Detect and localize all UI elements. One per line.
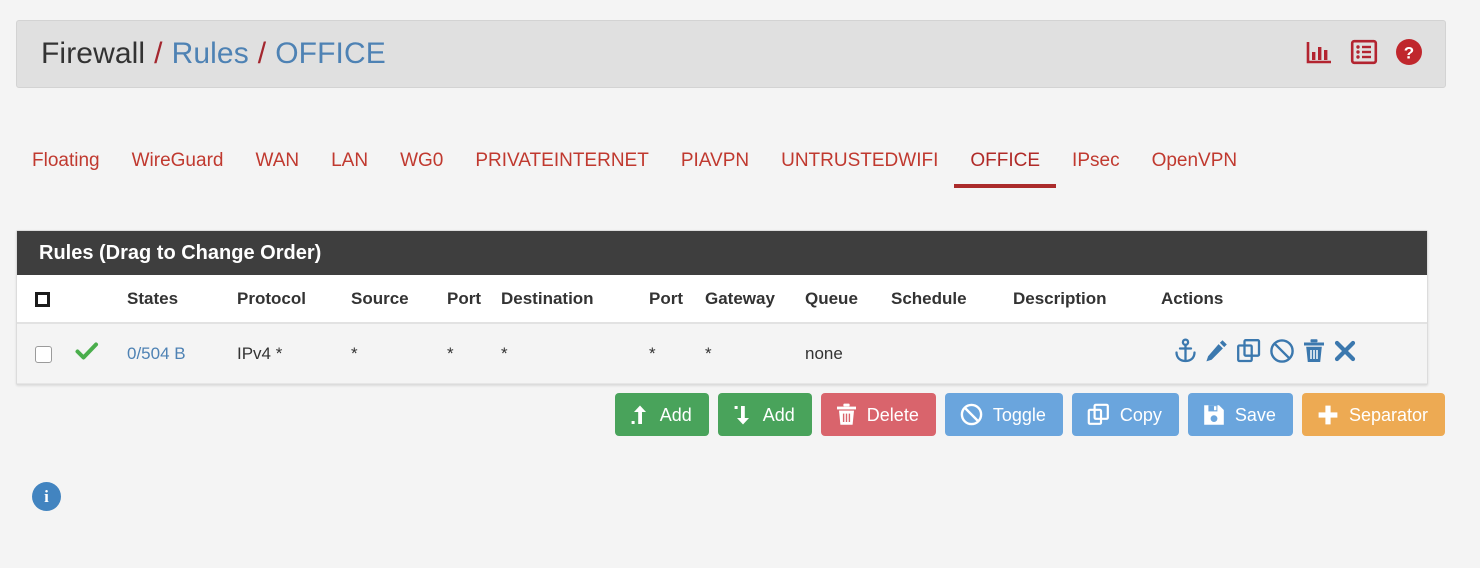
rules-table: States Protocol Source Port Destination … — [17, 275, 1427, 384]
add-rule-top-button[interactable]: Add — [614, 393, 709, 436]
tab-lan[interactable]: LAN — [315, 140, 384, 188]
row-destination-port-cell: * — [649, 323, 705, 384]
panel-title: Rules (Drag to Change Order) — [17, 231, 1427, 275]
separator-button[interactable]: Separator — [1301, 393, 1445, 436]
tab-wireguard[interactable]: WireGuard — [116, 140, 240, 188]
add-rule-bottom-button[interactable]: Add — [717, 393, 812, 436]
row-status-cell — [75, 323, 127, 384]
list-icon[interactable] — [1350, 39, 1378, 70]
header-icon-group: ? — [1305, 38, 1423, 71]
tab-wg0[interactable]: WG0 — [384, 140, 459, 188]
toggle-button[interactable]: Toggle — [944, 393, 1063, 436]
states-link[interactable]: 0/504 B — [127, 344, 186, 363]
plus-icon — [1317, 404, 1339, 426]
tab-privateinternet[interactable]: PRIVATEINTERNET — [459, 140, 664, 188]
arrow-up-icon — [630, 404, 650, 426]
row-source-port-cell: * — [447, 323, 501, 384]
toggle-button-label: Toggle — [992, 404, 1046, 425]
column-gateway: Gateway — [705, 275, 805, 324]
breadcrumb-root: Firewall — [41, 37, 146, 70]
row-queue-cell: none — [805, 323, 891, 384]
column-description: Description — [1013, 275, 1161, 324]
row-states-cell: 0/504 B — [127, 323, 237, 384]
pass-check-icon — [75, 342, 99, 365]
copy-button[interactable]: Copy — [1071, 393, 1179, 436]
row-select-checkbox[interactable] — [35, 345, 52, 363]
column-queue: Queue — [805, 275, 891, 324]
breadcrumb-interface-office[interactable]: OFFICE — [275, 37, 386, 71]
interface-tabs: Floating WireGuard WAN LAN WG0 PRIVATEIN… — [16, 140, 1446, 200]
row-source-cell: * — [351, 323, 447, 384]
separator-button-label: Separator — [1348, 404, 1428, 425]
column-states: States — [127, 275, 237, 324]
column-destination-port: Port — [649, 275, 705, 324]
disable-icon[interactable] — [1269, 338, 1295, 369]
table-header-row: States Protocol Source Port Destination … — [17, 275, 1427, 324]
bar-chart-icon[interactable] — [1305, 39, 1333, 70]
add-rule-top-label: Add — [659, 404, 692, 425]
edit-icon[interactable] — [1205, 338, 1229, 369]
rules-action-buttons: Add Add Delete Toggle Copy Save Separato… — [16, 393, 1445, 436]
save-button-label: Save — [1234, 404, 1276, 425]
breadcrumb-separator-1: / — [154, 37, 163, 70]
breadcrumb-section-rules[interactable]: Rules — [172, 37, 249, 71]
ban-icon — [960, 403, 983, 426]
save-button[interactable]: Save — [1187, 393, 1293, 436]
tab-ipsec[interactable]: IPsec — [1056, 140, 1136, 188]
tab-piavpn[interactable]: PIAVPN — [665, 140, 765, 188]
row-schedule-cell — [891, 323, 1013, 384]
tab-openvpn[interactable]: OpenVPN — [1136, 140, 1254, 188]
delete-button-label: Delete — [866, 404, 919, 425]
column-protocol: Protocol — [237, 275, 351, 324]
column-destination: Destination — [501, 275, 649, 324]
delete-icon[interactable] — [1302, 338, 1326, 369]
row-action-icons — [1173, 338, 1357, 369]
row-actions-cell — [1161, 323, 1427, 384]
anchor-icon[interactable] — [1173, 338, 1198, 369]
column-source: Source — [351, 275, 447, 324]
copy-icon[interactable] — [1236, 338, 1262, 369]
column-status — [75, 275, 127, 324]
trash-icon — [836, 403, 857, 426]
row-destination-cell: * — [501, 323, 649, 384]
delete-button[interactable]: Delete — [820, 393, 936, 436]
svg-text:?: ? — [1404, 43, 1414, 62]
tab-floating[interactable]: Floating — [16, 140, 116, 188]
breadcrumb-bar: Firewall / Rules / OFFICE ? — [16, 20, 1446, 88]
rules-panel: Rules (Drag to Change Order) States Prot… — [16, 230, 1428, 385]
table-row[interactable]: 0/504 B IPv4 * * * * * * none — [17, 323, 1427, 384]
remove-icon[interactable] — [1333, 339, 1357, 368]
column-actions: Actions — [1161, 275, 1427, 324]
row-select-cell — [17, 323, 75, 384]
tab-untrustedwifi[interactable]: UNTRUSTEDWIFI — [765, 140, 954, 188]
column-source-port: Port — [447, 275, 501, 324]
arrow-down-icon — [733, 404, 753, 426]
tab-wan[interactable]: WAN — [239, 140, 315, 188]
row-gateway-cell: * — [705, 323, 805, 384]
tab-office[interactable]: OFFICE — [954, 140, 1056, 188]
column-schedule: Schedule — [891, 275, 1013, 324]
help-icon[interactable]: ? — [1395, 38, 1423, 71]
save-icon — [1203, 404, 1225, 426]
select-all-header — [17, 275, 75, 324]
breadcrumb-separator-2: / — [257, 37, 267, 70]
select-all-checkbox[interactable] — [35, 292, 50, 308]
row-description-cell — [1013, 323, 1161, 384]
copy-button-label: Copy — [1119, 404, 1162, 425]
row-protocol-cell: IPv4 * — [237, 323, 351, 384]
add-rule-bottom-label: Add — [762, 404, 795, 425]
info-icon[interactable]: i — [32, 482, 61, 511]
copy-icon — [1087, 403, 1110, 426]
breadcrumb: Firewall / Rules / OFFICE — [41, 37, 386, 71]
